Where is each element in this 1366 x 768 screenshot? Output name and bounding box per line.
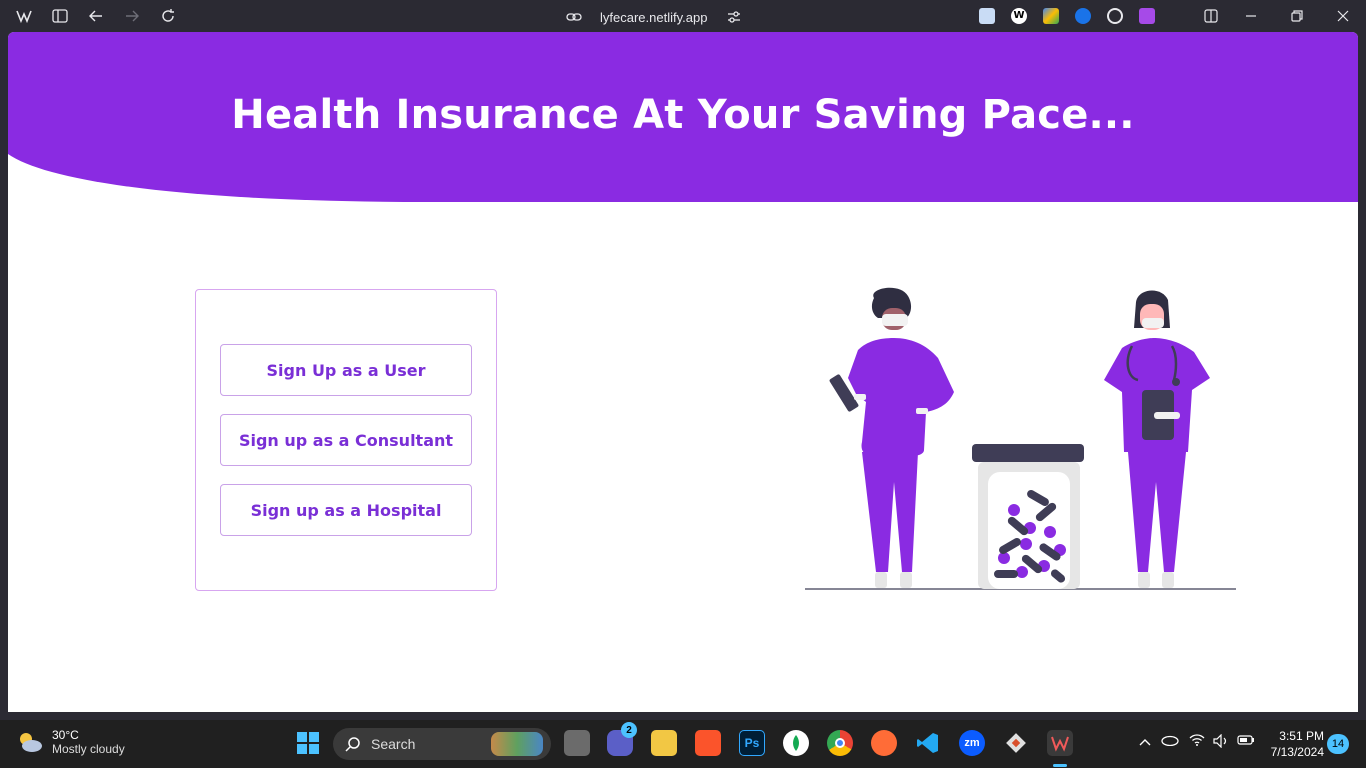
wifi-icon[interactable]: [1189, 734, 1205, 749]
clock-time: 3:51 PM: [1279, 729, 1324, 743]
medical-staff-illustration: [805, 287, 1236, 590]
sidebar-toggle-icon[interactable]: [50, 6, 70, 26]
active-app-indicator: [1053, 764, 1067, 767]
search-highlight-image: [491, 732, 543, 756]
brave-browser-icon[interactable]: [695, 730, 721, 756]
weather-temperature: 30°C: [52, 728, 79, 742]
mongodb-compass-icon[interactable]: [783, 730, 809, 756]
signup-user-button[interactable]: Sign Up as a User: [220, 344, 472, 396]
active-browser-icon[interactable]: [1047, 730, 1073, 756]
site-settings-icon[interactable]: [727, 11, 741, 23]
minimize-icon[interactable]: [1241, 6, 1261, 26]
system-clock[interactable]: 3:51 PM 7/13/2024: [1262, 728, 1324, 760]
chrome-icon[interactable]: [827, 730, 853, 756]
weather-widget[interactable]: 30°C Mostly cloudy: [16, 728, 125, 756]
search-placeholder: Search: [371, 736, 416, 752]
clock-date: 7/13/2024: [1270, 745, 1324, 759]
volume-icon[interactable]: [1213, 733, 1229, 751]
link-icon: [566, 13, 582, 21]
taskbar-search[interactable]: Search: [333, 728, 551, 760]
signup-card: Sign Up as a User Sign up as a Consultan…: [195, 289, 497, 591]
teams-icon[interactable]: 2: [607, 722, 637, 756]
doctor-left-figure: [829, 287, 954, 588]
start-button-icon[interactable]: [295, 730, 321, 756]
file-explorer-icon[interactable]: [651, 730, 677, 756]
browser-logo-icon[interactable]: [14, 6, 34, 26]
hero-title: Health Insurance At Your Saving Pace...: [231, 92, 1135, 138]
photoshop-icon[interactable]: Ps: [739, 730, 765, 756]
extension-drive-icon[interactable]: [1043, 8, 1059, 24]
extension-w-icon[interactable]: W: [1011, 8, 1027, 24]
battery-icon[interactable]: [1237, 734, 1255, 749]
search-icon: [345, 737, 360, 752]
web-page: Health Insurance At Your Saving Pace... …: [8, 32, 1358, 712]
teams-badge: 2: [621, 722, 637, 738]
extension-purple-icon[interactable]: [1139, 8, 1155, 24]
weather-description: Mostly cloudy: [52, 742, 125, 756]
postman-icon[interactable]: [871, 730, 897, 756]
browser-toolbar: lyfecare.netlify.app W: [0, 0, 1366, 32]
doctor-right-figure: [1104, 290, 1210, 588]
git-tool-icon[interactable]: [1003, 730, 1029, 756]
task-view-icon[interactable]: [564, 730, 590, 756]
back-icon[interactable]: [86, 6, 106, 26]
restore-icon[interactable]: [1287, 6, 1307, 26]
extension-notes-icon[interactable]: [979, 8, 995, 24]
signup-consultant-button[interactable]: Sign up as a Consultant: [220, 414, 472, 466]
zoom-icon[interactable]: zm: [959, 730, 985, 756]
vscode-icon[interactable]: [915, 730, 941, 756]
taskbar: 30°C Mostly cloudy Search 2 Ps zm 3:51 P…: [0, 720, 1366, 768]
close-icon[interactable]: [1333, 6, 1353, 26]
extension-target-icon[interactable]: [1107, 8, 1123, 24]
reload-icon[interactable]: [158, 6, 178, 26]
forward-icon[interactable]: [122, 6, 142, 26]
signup-hospital-button[interactable]: Sign up as a Hospital: [220, 484, 472, 536]
show-hidden-icons-icon[interactable]: [1139, 734, 1151, 749]
address-bar[interactable]: lyfecare.netlify.app: [566, 7, 741, 27]
pill-jar: [972, 444, 1084, 589]
cloudy-weather-icon: [20, 733, 42, 752]
onedrive-icon[interactable]: [1161, 734, 1179, 749]
url-text: lyfecare.netlify.app: [600, 9, 708, 25]
extension-blue-icon[interactable]: [1075, 8, 1091, 24]
split-view-icon[interactable]: [1201, 6, 1221, 26]
notification-count-badge[interactable]: 14: [1327, 734, 1349, 754]
